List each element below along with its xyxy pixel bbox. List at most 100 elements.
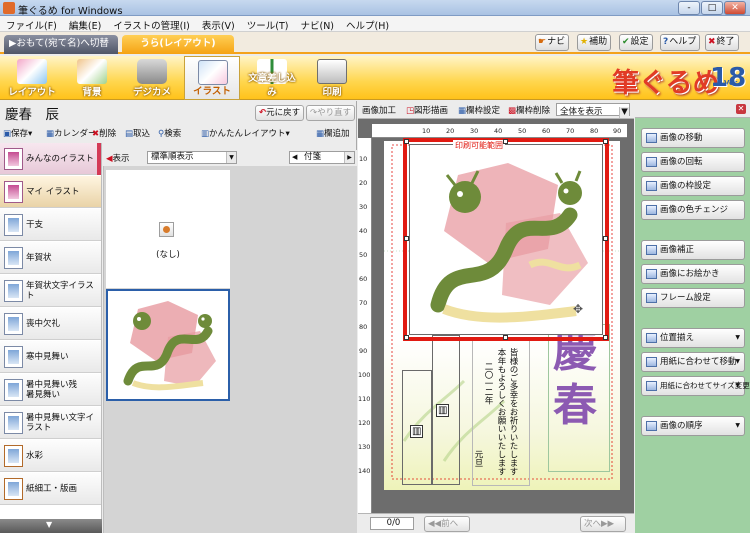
close-panel-icon[interactable]: ✕ (736, 104, 746, 114)
search-button[interactable]: ⚲検索 (158, 127, 181, 139)
field-setting-button[interactable]: ▦欄枠設定 (458, 104, 500, 116)
ruler-number: 30 (359, 203, 368, 211)
maximize-button[interactable]: □ (701, 1, 723, 15)
fit-resize-button[interactable]: 用紙に合わせてサイズ変更 ▼ (641, 376, 750, 396)
background-icon (77, 59, 107, 84)
page-combo[interactable]: ◀ 付箋 ▶ (289, 151, 355, 164)
prev-page-button[interactable]: ◀◀前へ (424, 516, 470, 532)
image-color-button[interactable]: 画像の色チェンジ (641, 200, 745, 220)
book-icon (4, 280, 23, 302)
field-delete-button[interactable]: ▩欄枠削除 (508, 104, 550, 116)
menu-navi[interactable]: ナビ(N) (294, 16, 340, 32)
people-icon (4, 148, 23, 170)
image-correct-button[interactable]: 画像補正 (641, 240, 745, 260)
title-bar: 筆ぐるめ for Windows - □ ✕ (0, 0, 750, 17)
category-item[interactable]: 年賀状 (0, 242, 101, 274)
ruler-left: 10 20 30 40 50 60 70 80 90 100 110 120 1… (358, 138, 372, 518)
next-page-button[interactable]: 次へ▶▶ (580, 516, 626, 532)
category-scroll-down[interactable]: ▼ (0, 519, 102, 533)
resize-handle[interactable] (603, 335, 608, 340)
category-item[interactable]: 年賀状文字イラスト (0, 275, 101, 307)
display-label: 表示 (112, 154, 130, 164)
tab-ura[interactable]: うら(レイアウト) (122, 35, 234, 54)
illust-icon (198, 60, 228, 85)
display-toggle[interactable]: ◀表示 (106, 152, 130, 164)
gallery-item-none[interactable]: (なし) (106, 170, 230, 288)
toolbar-print[interactable]: 印刷 (304, 56, 360, 100)
minimize-button[interactable]: - (678, 1, 700, 15)
resize-handle[interactable] (404, 335, 409, 340)
delete-button[interactable]: ✖削除 (92, 127, 116, 139)
category-label: 暑中見舞い残暑見舞い (26, 380, 78, 400)
selected-image-frame[interactable]: 印刷可能範囲 ✥ (403, 138, 609, 341)
ruler-number: 50 (518, 127, 527, 135)
category-item[interactable]: 水彩 (0, 440, 101, 472)
image-frame-button[interactable]: 画像の枠設定 (641, 176, 745, 196)
resize-handle[interactable] (503, 139, 508, 144)
image-draw-button[interactable]: 画像にお絵かき (641, 264, 745, 284)
menu-illust-manage[interactable]: イラストの管理(I) (107, 16, 196, 32)
exit-button[interactable]: ✖終了 (705, 34, 739, 51)
menu-tools[interactable]: ツール(T) (241, 16, 295, 32)
zoom-combo[interactable]: 全体を表示 ▼ (556, 103, 630, 118)
toolbar-layout[interactable]: レイアウト (4, 56, 60, 100)
help-button[interactable]: ?ヘルプ (660, 34, 701, 51)
image-move-button[interactable]: 画像の移動 (641, 128, 745, 148)
resize-handle[interactable] (603, 236, 608, 241)
image-rotate-button[interactable]: 画像の回転 (641, 152, 745, 172)
sort-combo[interactable]: 標準順表示 ▼ (147, 151, 237, 164)
toolbar-insert-text[interactable]: 文章差し込み (244, 56, 300, 100)
kotobuki-char: 春 (553, 380, 597, 431)
frame-setting-button[interactable]: フレーム設定 (641, 288, 745, 308)
image-order-button[interactable]: 画像の順序 ▼ (641, 416, 745, 436)
prev-icon: ◀ (292, 153, 298, 161)
exit-button-label: 終了 (716, 37, 735, 47)
tab-omote[interactable]: ▶おもて(宛て名)へ切替 (4, 35, 118, 54)
toolbar-background[interactable]: 背景 (64, 56, 120, 100)
zoom-combo-value: 全体を表示 (560, 107, 603, 117)
category-item[interactable]: 寒中見舞い (0, 341, 101, 373)
add-field-button[interactable]: ▦欄追加 (316, 127, 350, 139)
field-delete-icon: ▩ (508, 106, 517, 116)
category-item[interactable]: みんなのイラスト (0, 143, 101, 175)
menu-file[interactable]: ファイル(F) (0, 16, 63, 32)
calendar-button[interactable]: ▦カレンダー (46, 127, 97, 139)
undo-button[interactable]: ↶元に戻す (255, 105, 305, 121)
chevron-down-icon: ▼ (619, 107, 629, 118)
ruler-number: 80 (359, 323, 368, 331)
toolbar-illust[interactable]: イラスト (184, 56, 240, 100)
gallery-item-dragon[interactable] (106, 289, 230, 401)
redo-button[interactable]: ↷やり直す (306, 105, 356, 121)
resize-handle[interactable] (404, 139, 409, 144)
shape-draw-button[interactable]: ◳図形描画 (406, 104, 448, 116)
ruler-number: 40 (359, 227, 368, 235)
toolbar-digicam[interactable]: デジカメ (124, 56, 180, 100)
image-edit-button[interactable]: 画像加工 (362, 104, 396, 116)
menu-view[interactable]: 表示(V) (196, 16, 241, 32)
hojo-button[interactable]: ★補助 (577, 34, 612, 51)
import-button[interactable]: ▤取込 (125, 127, 150, 139)
resize-handle[interactable] (404, 236, 409, 241)
hojo-button-label: 補助 (589, 37, 608, 47)
category-item[interactable]: 干支 (0, 209, 101, 241)
resize-handle[interactable] (503, 335, 508, 340)
fit-move-button[interactable]: 用紙に合わせて移動 ▼ (641, 352, 745, 372)
category-item[interactable]: マイ イラスト (0, 176, 101, 208)
category-item[interactable]: 喪中欠礼 (0, 308, 101, 340)
menu-help[interactable]: ヘルプ(H) (340, 16, 395, 32)
search-button-label: 検索 (164, 129, 182, 139)
snowman-icon (4, 346, 23, 368)
category-item[interactable]: 暑中見舞い残暑見舞い (0, 374, 101, 406)
menu-edit[interactable]: 編集(E) (63, 16, 107, 32)
category-item[interactable]: 暑中見舞い文字イラスト (0, 407, 101, 439)
save-button[interactable]: ▣保存▾ (3, 127, 32, 139)
resize-handle[interactable] (603, 139, 608, 144)
settings-button[interactable]: ✔設定 (619, 34, 653, 51)
align-button[interactable]: 位置揃え ▼ (641, 328, 745, 348)
kotobuki-text-field[interactable]: 慶 春 (548, 324, 610, 472)
category-item[interactable]: 紙細工・版画 (0, 473, 101, 505)
navi-button[interactable]: ☛ナビ (535, 34, 570, 51)
easy-layout-button[interactable]: ▥かんたんレイアウト▾ (201, 127, 290, 139)
close-button[interactable]: ✕ (724, 1, 746, 15)
ruler-number: 70 (566, 127, 575, 135)
